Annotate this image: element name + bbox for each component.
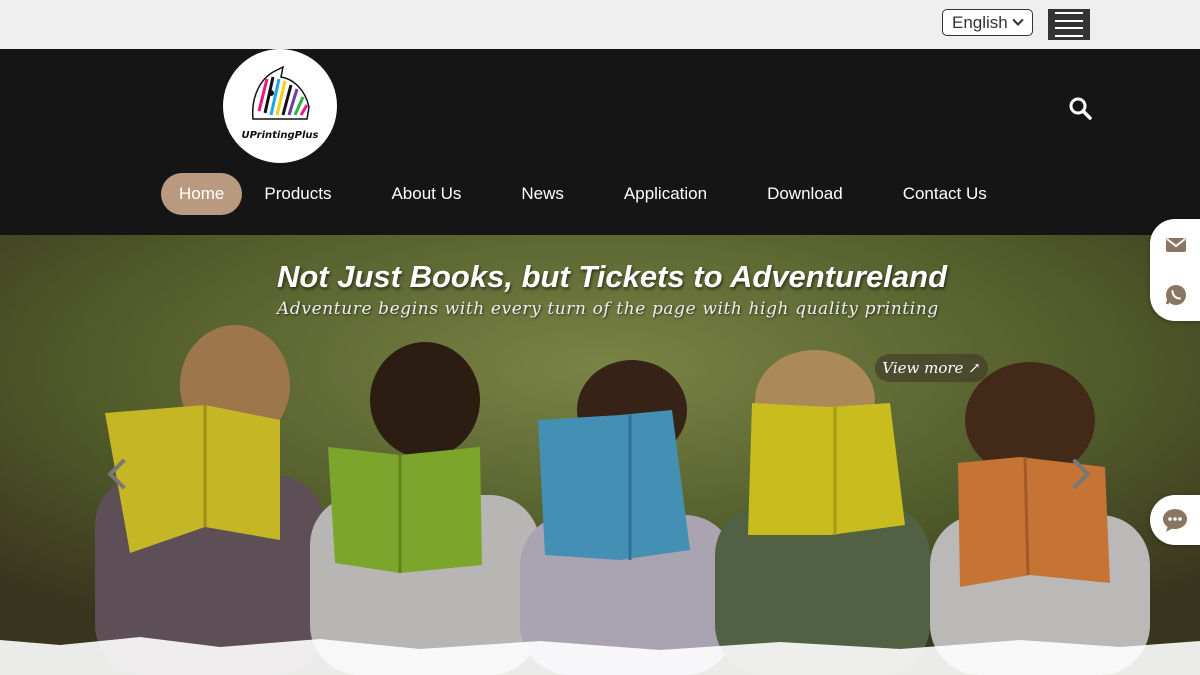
hero-banner: Not Just Books, but Tickets to Adventure… [0,235,1200,675]
site-header: UPrintingPlus Home Products About Us New… [0,49,1200,235]
nav-item-download[interactable]: Download [749,173,861,215]
chat-icon [1163,509,1187,532]
nav-item-products[interactable]: Products [246,173,349,215]
language-selector[interactable]: English [942,9,1033,36]
nav-item-about-us[interactable]: About Us [373,173,479,215]
whatsapp-icon[interactable] [1164,283,1188,307]
zebra-logo-icon [251,65,310,120]
view-more-button[interactable]: View more ↗ [875,354,988,382]
hamburger-icon[interactable] [1048,9,1090,40]
email-icon[interactable] [1164,233,1188,257]
logo-text: UPrintingPlus [241,130,319,141]
main-nav: Home Products About Us News Application … [161,173,1005,215]
nav-item-home[interactable]: Home [161,173,243,215]
nav-item-news[interactable]: News [503,173,582,215]
nav-item-application[interactable]: Application [606,173,725,215]
logo[interactable]: UPrintingPlus [223,49,337,163]
hero-title: Not Just Books, but Tickets to Adventure… [277,259,948,294]
search-icon[interactable] [1068,96,1092,120]
language-label: English [952,12,1008,32]
nav-item-contact-us[interactable]: Contact Us [885,173,1005,215]
hero-subtitle: Adventure begins with every turn of the … [277,299,939,319]
chevron-down-icon [1012,14,1024,26]
chat-button[interactable] [1150,495,1200,545]
side-contact-pill [1150,219,1200,321]
top-bar: English [0,0,1200,49]
